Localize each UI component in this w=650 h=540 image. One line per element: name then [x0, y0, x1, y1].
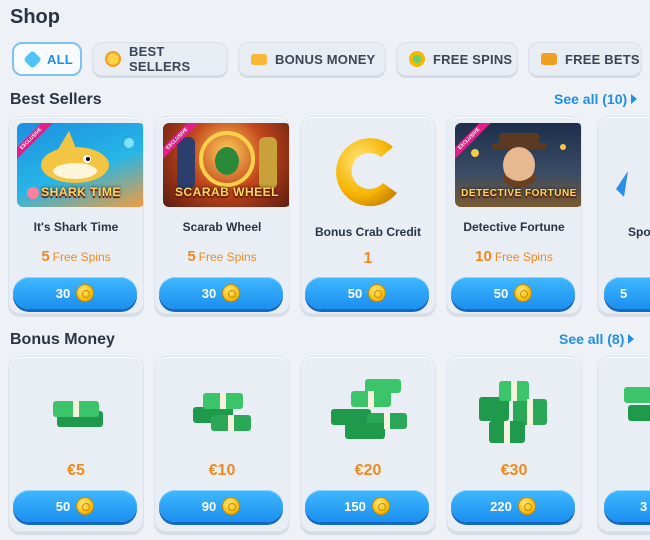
buy-button[interactable]: 30: [13, 277, 137, 309]
tab-label: FREE SPINS: [433, 51, 513, 67]
product-card[interactable]: €20 150: [300, 356, 436, 532]
game-logo-text: DETECTIVE FORTUNE: [461, 188, 577, 199]
price-label: 50: [493, 285, 509, 301]
coin-icon: [76, 284, 95, 302]
price-label: 30: [201, 285, 217, 301]
price-label: 30: [55, 285, 71, 301]
game-thumbnail: EXCLUSIVE SCARAB WHEEL: [163, 123, 289, 207]
game-logo-text: SHARK TIME: [41, 185, 121, 199]
coin-icon: [222, 284, 241, 302]
product-card[interactable]: Bonus Crab Credit 1 50: [300, 116, 436, 314]
product-amount: €20: [354, 462, 382, 479]
product-quantity: 10 Free Spins: [475, 248, 553, 265]
buy-button[interactable]: 220: [451, 490, 575, 522]
price-label: 50: [347, 285, 363, 301]
tab-label: FREE BETS: [565, 51, 640, 67]
product-name: It's Shark Time: [33, 220, 119, 234]
product-quantity: 1: [363, 250, 373, 267]
crab-coin-icon: [336, 138, 397, 207]
see-all-bonus-money-link[interactable]: See all (8): [559, 331, 635, 347]
coin-icon: [514, 284, 533, 302]
product-card[interactable]: €10 90: [154, 356, 290, 532]
spin-coin-icon: [409, 51, 425, 67]
cash-icon: [251, 53, 267, 65]
product-card[interactable]: 3: [597, 356, 650, 532]
sport-icon: [616, 171, 628, 197]
buy-button[interactable]: 150: [305, 490, 429, 522]
buy-button[interactable]: 3: [604, 490, 650, 522]
price-label: 150: [344, 498, 366, 514]
price-label: 90: [201, 498, 217, 514]
buy-button[interactable]: 50: [13, 490, 137, 522]
tab-all[interactable]: ALL: [12, 42, 82, 76]
tab-label: ALL: [47, 51, 73, 67]
buy-button[interactable]: 50: [305, 277, 429, 309]
game-thumbnail: EXCLUSIVE DETECTIVE FORTUNE: [455, 123, 581, 207]
product-card[interactable]: Spor 5: [597, 116, 650, 314]
buy-button[interactable]: 5: [604, 277, 650, 309]
product-quantity: 5 Free Spins: [187, 248, 257, 265]
product-name: Bonus Crab Credit: [314, 225, 421, 239]
ticket-icon: [541, 53, 557, 65]
category-tabs: ALL BEST SELLERS BONUS MONEY FREE SPINS …: [0, 42, 650, 78]
tab-label: BONUS MONEY: [275, 51, 376, 67]
buy-button[interactable]: 30: [159, 277, 283, 309]
tab-label: BEST SELLERS: [129, 44, 191, 74]
product-name: Spor: [628, 225, 650, 239]
product-name: Detective Fortune: [463, 220, 565, 234]
section-title-best-sellers: Best Sellers: [10, 91, 102, 108]
game-thumbnail: EXCLUSIVE SHARK TIME: [17, 123, 143, 207]
section-title-bonus-money: Bonus Money: [10, 331, 115, 348]
see-all-label: See all (8): [559, 331, 625, 347]
cash-stack-icon: [479, 381, 547, 443]
cash-stack-icon: [331, 379, 407, 439]
product-card[interactable]: EXCLUSIVE SHARK TIME It's Shark Time 5 Fr…: [8, 116, 144, 314]
price-label: 3: [640, 498, 648, 514]
product-name: Scarab Wheel: [182, 220, 262, 234]
cash-stack-icon: [53, 401, 103, 427]
page-title: Shop: [10, 6, 60, 28]
product-amount: €30: [500, 462, 528, 479]
coin-icon: [368, 284, 387, 302]
star-icon: [23, 49, 42, 69]
chevron-right-icon: [628, 334, 635, 344]
see-all-best-sellers-link[interactable]: See all (10): [554, 91, 638, 107]
product-quantity: 5 Free Spins: [41, 248, 111, 265]
product-amount: €10: [208, 462, 236, 479]
coin-icon: [371, 497, 390, 515]
coin-icon: [76, 497, 95, 515]
price-label: 5: [620, 285, 628, 301]
buy-button[interactable]: 90: [159, 490, 283, 522]
tab-best-sellers[interactable]: BEST SELLERS: [92, 42, 228, 76]
product-card[interactable]: €5 50: [8, 356, 144, 532]
see-all-label: See all (10): [554, 91, 628, 107]
cash-stack-icon: [624, 387, 650, 421]
price-label: 50: [55, 498, 71, 514]
product-card[interactable]: EXCLUSIVE SCARAB WHEEL Scarab Wheel 5 Fre…: [154, 116, 290, 314]
cash-stack-icon: [193, 393, 251, 431]
game-logo-text: SCARAB WHEEL: [175, 185, 279, 199]
tab-bonus-money[interactable]: BONUS MONEY: [238, 42, 386, 76]
coin-icon: [517, 497, 536, 515]
product-amount: €5: [67, 462, 85, 479]
medal-icon: [105, 51, 121, 67]
product-card[interactable]: €30 220: [446, 356, 582, 532]
buy-button[interactable]: 50: [451, 277, 575, 309]
chevron-right-icon: [631, 94, 638, 104]
tab-free-spins[interactable]: FREE SPINS: [396, 42, 518, 76]
coin-icon: [222, 497, 241, 515]
product-card[interactable]: EXCLUSIVE DETECTIVE FORTUNE Detective Fo…: [446, 116, 582, 314]
price-label: 220: [490, 498, 512, 514]
tab-free-bets[interactable]: FREE BETS: [528, 42, 642, 76]
